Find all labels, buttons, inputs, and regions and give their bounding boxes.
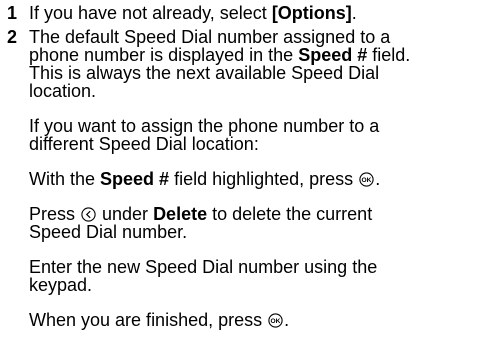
step-1-number: 1 [7,3,18,23]
options-softkey-label: [Options] [271,3,352,23]
paragraph-3-line-2: Speed Dial number. [29,222,188,242]
instruction-document: 1 If you have not already, select [Optio… [0,0,483,340]
paragraph-1-line-1: If you want to assign the phone number t… [29,116,380,136]
paragraph-4-line-1: Enter the new Speed Dial number using th… [29,257,378,277]
paragraph-2-mid: field highlighted, press [169,169,359,189]
ok-key-icon-2-label: OK [271,318,281,325]
paragraph-3-post: to delete the current [207,204,373,224]
step-2-line-2-post: field. [367,45,411,65]
step-2-line-2: phone number is displayed in the Speed #… [29,45,410,65]
delete-softkey-label: Delete [153,204,208,224]
paragraph-4-line-2: keypad. [29,275,93,295]
step-2-line-4: location. [29,81,97,101]
step-2-line-1: The default Speed Dial number assigned t… [29,27,391,47]
speed-field-label-2: Speed # [100,169,170,189]
ok-key-icon-2: OK [268,313,283,328]
step-1-text-pre: If you have not already, select [29,3,272,23]
paragraph-2-pre: With the [29,169,101,189]
paragraph-5: When you are finished, press OK. [29,310,289,330]
left-softkey-icon [81,207,96,222]
step-1-text-post: . [351,3,357,23]
paragraph-5-post: . [284,310,290,330]
step-2-line-2-pre: phone number is displayed in the [29,45,299,65]
paragraph-3-pre: Press [29,204,81,224]
paragraph-1-line-2: different Speed Dial location: [29,134,259,154]
ok-key-icon: OK [359,172,374,187]
step-1-text: If you have not already, select [Options… [29,3,357,23]
step-2-line-3: This is always the next available Speed … [29,63,380,83]
ok-key-icon-label: OK [362,177,372,184]
paragraph-2: With the Speed # field highlighted, pres… [29,169,380,189]
paragraph-2-post: . [375,169,381,189]
speed-field-label: Speed # [298,45,368,65]
paragraph-3-mid: under [97,204,154,224]
paragraph-5-pre: When you are finished, press [29,310,268,330]
paragraph-3-line-1: Press under Delete to delete the current [29,204,372,224]
step-2-number: 2 [7,27,18,47]
